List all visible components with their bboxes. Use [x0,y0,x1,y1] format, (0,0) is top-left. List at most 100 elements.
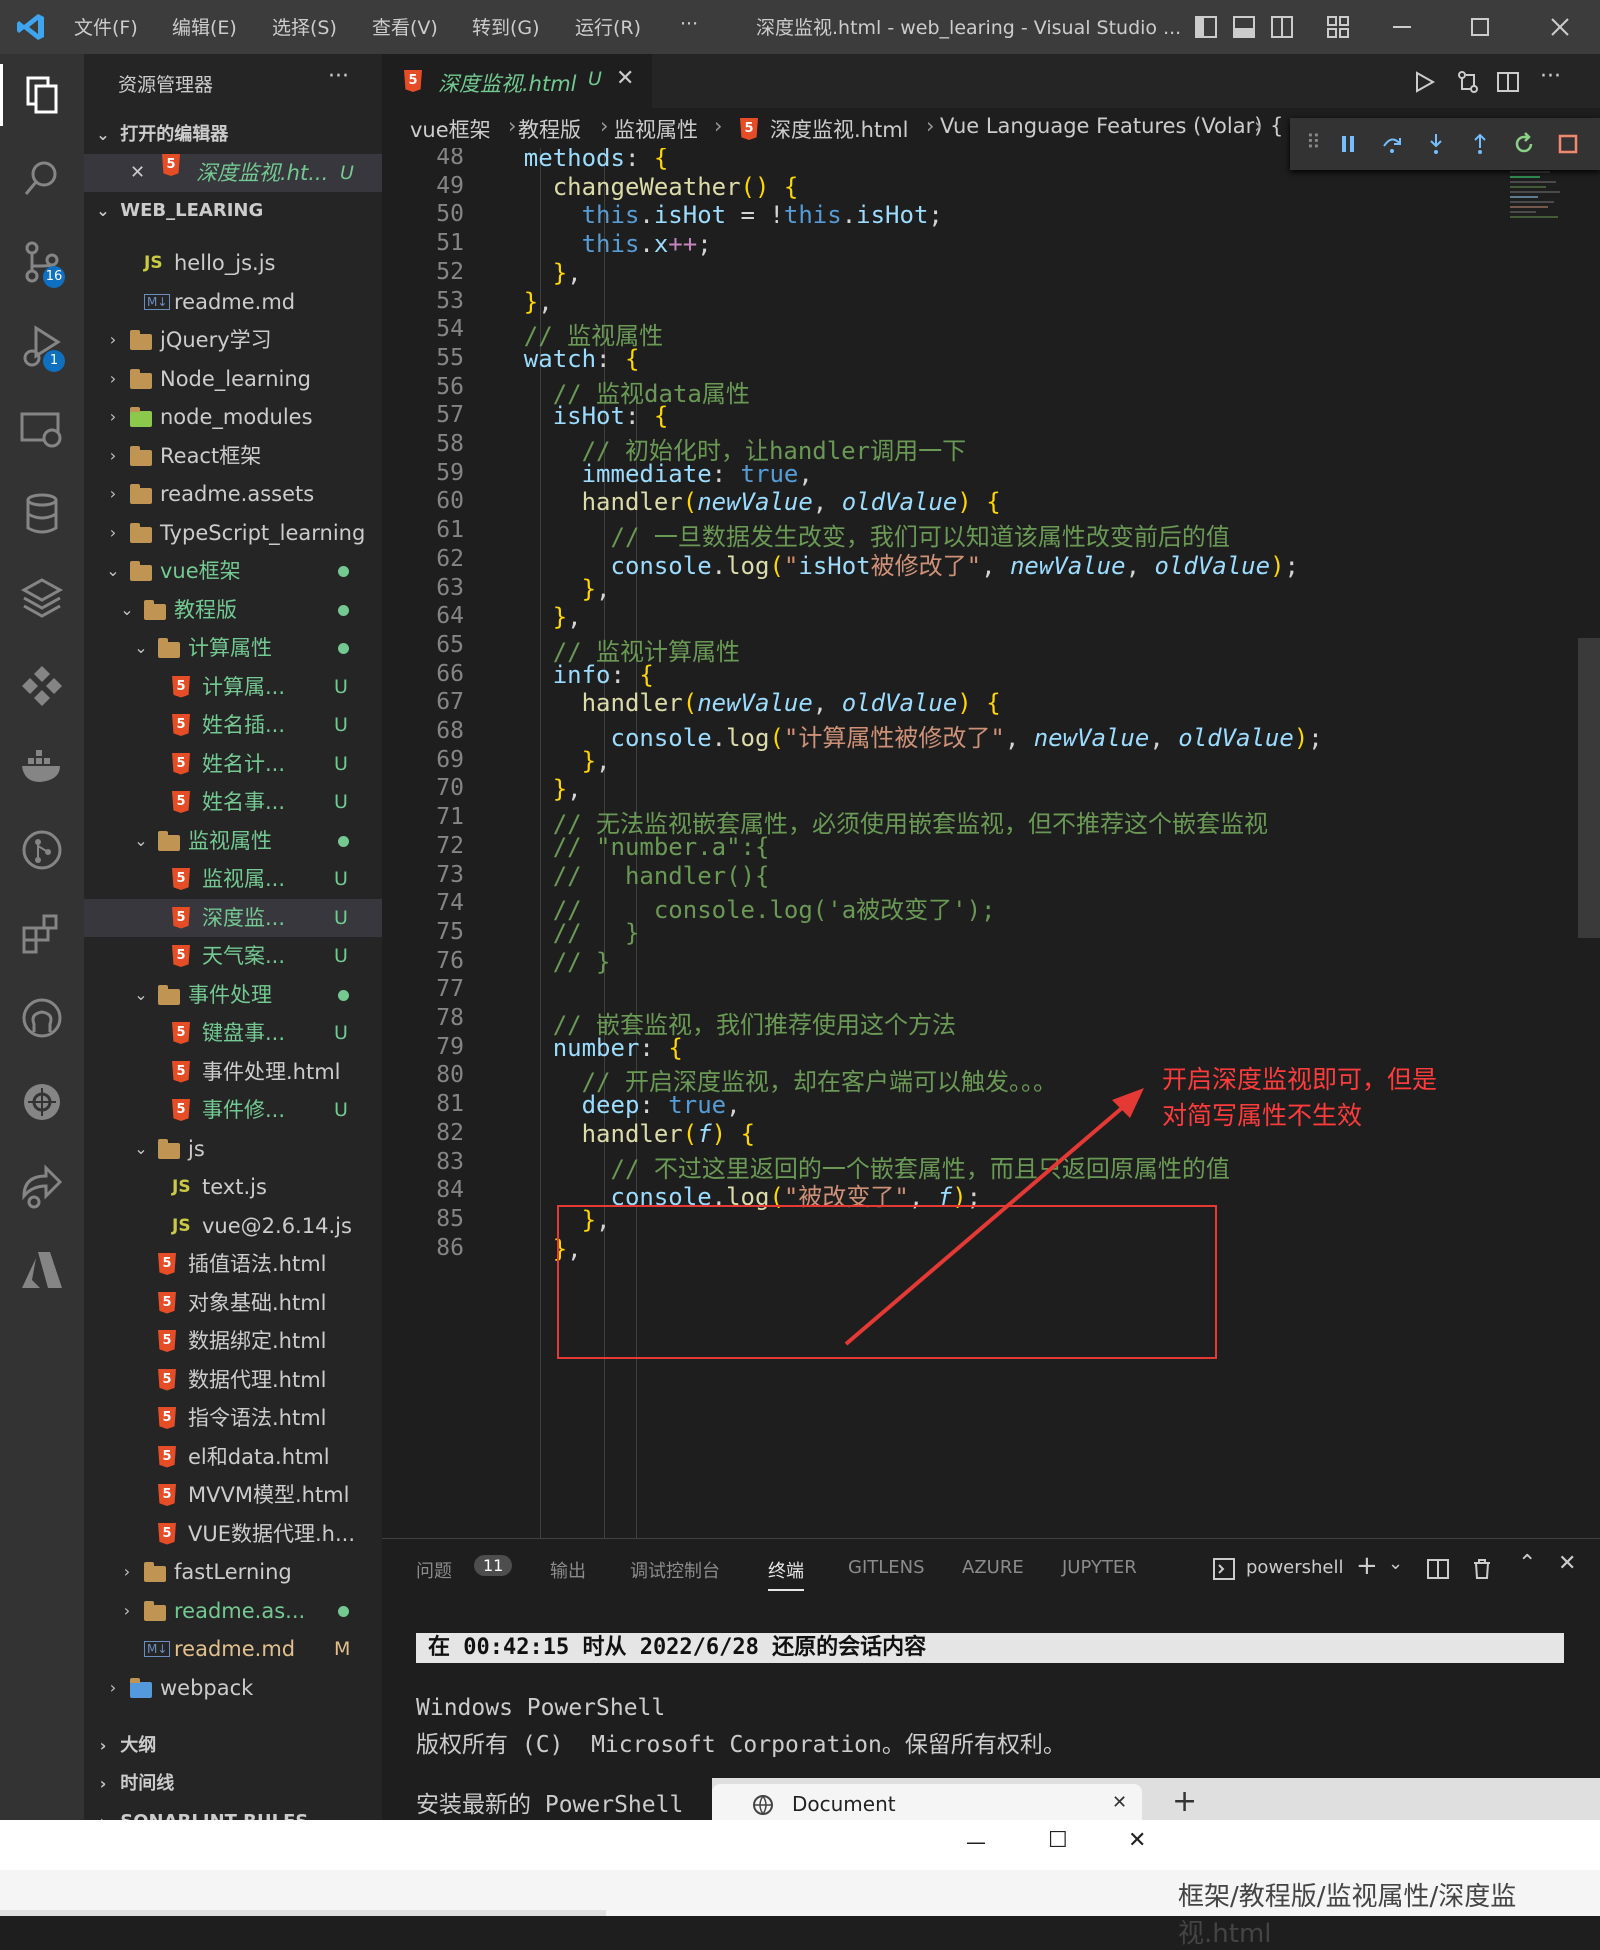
breadcrumb-item[interactable]: 监视属性 [614,114,698,144]
browser-maximize-button[interactable]: ☐ [1048,1828,1068,1853]
stop-icon[interactable] [1556,132,1580,156]
github-icon[interactable] [16,992,68,1044]
split-editor-icon[interactable] [1496,70,1520,94]
browser-close-button[interactable]: ✕ [1128,1828,1146,1853]
open-editors-header[interactable]: ⌄ 打开的编辑器 [84,116,382,154]
file-item[interactable]: JS hello_js.js [84,244,382,282]
menu-view[interactable]: 查看(V) [372,13,438,40]
file-item[interactable]: 5 姓名计... U [84,745,382,783]
pause-icon[interactable] [1336,132,1360,156]
restart-icon[interactable] [1512,132,1536,156]
step-out-icon[interactable] [1468,132,1492,156]
file-item[interactable]: JS text.js [84,1168,382,1206]
explorer-icon[interactable] [16,68,68,120]
file-item[interactable]: M↓ readme.md [84,283,382,321]
folder-item[interactable]: › Node_learning [84,360,382,398]
menu-run[interactable]: 运行(R) [575,13,641,40]
database-icon[interactable] [16,488,68,540]
folder-item[interactable]: ⌄ vue框架 [84,552,382,590]
file-item[interactable]: 5 监视属... U [84,860,382,898]
folder-item[interactable]: › readme.as... [84,1592,382,1630]
step-into-icon[interactable] [1424,132,1448,156]
sidebar-more-button[interactable]: ··· [328,64,349,89]
tab-problems[interactable]: 问题 [416,1557,452,1583]
live-share-icon[interactable] [16,1160,68,1212]
azure-icon[interactable] [16,1244,68,1296]
file-item[interactable]: 5 事件处理.html [84,1053,382,1091]
toggle-sidebar-icon[interactable] [1194,15,1218,39]
compare-changes-icon[interactable] [1456,70,1480,94]
file-item[interactable]: 5 深度监... U [84,898,382,937]
toggle-secondary-sidebar-icon[interactable] [1270,15,1294,39]
folder-item[interactable]: › fastLerning [84,1553,382,1591]
drag-handle-icon[interactable]: ⠿ [1306,130,1321,154]
menu-edit[interactable]: 编辑(E) [172,13,237,40]
minimize-icon[interactable] [1390,15,1414,39]
workspace-header[interactable]: ⌄ WEB_LEARING [84,192,382,230]
tab-deep-watch[interactable]: 5 深度监视.html U ✕ [382,54,652,108]
folder-item[interactable]: › TypeScript_learning [84,514,382,552]
tab-jupyter[interactable]: JUPYTER [1062,1557,1137,1578]
new-terminal-icon[interactable]: + [1356,1551,1378,1581]
folder-item[interactable]: ⌄ 计算属性 [84,629,382,667]
breadcrumb-item[interactable]: vue框架 [410,114,491,144]
folder-item[interactable]: › jQuery学习 [84,321,382,359]
maximize-icon[interactable] [1468,15,1492,39]
file-item[interactable]: 5 天气案... U [84,937,382,975]
new-browser-tab-button[interactable]: + [1172,1784,1197,1819]
open-editor-item[interactable]: ✕ 5 深度监视.ht... U [84,154,382,192]
editor-scrollbar[interactable] [1578,638,1600,938]
folder-item[interactable]: › node_modules [84,398,382,436]
close-window-icon[interactable] [1548,15,1572,39]
tab-debug-console[interactable]: 调试控制台 [630,1557,720,1583]
extensions-icon[interactable] [16,908,68,960]
folder-item[interactable]: ⌄ js [84,1130,382,1168]
file-item[interactable]: JS vue@2.6.14.js [84,1207,382,1245]
file-item[interactable]: 5 指令语法.html [84,1399,382,1437]
file-item[interactable]: 5 MVVM模型.html [84,1476,382,1514]
run-file-icon[interactable] [1412,70,1436,94]
tab-gitlens[interactable]: GITLENS [848,1557,925,1578]
breadcrumb-item[interactable]: { [1270,114,1283,138]
file-item[interactable]: 5 键盘事... U [84,1014,382,1052]
file-item[interactable]: 5 el和data.html [84,1438,382,1476]
customize-layout-icon[interactable] [1326,15,1350,39]
file-item[interactable]: 5 数据代理.html [84,1361,382,1399]
browser-minimize-button[interactable]: — [966,1830,986,1854]
remote-explorer-icon[interactable] [16,404,68,456]
menu-selection[interactable]: 选择(S) [272,13,337,40]
layers-icon[interactable] [16,572,68,624]
folder-item[interactable]: ⌄ 教程版 [84,591,382,629]
file-item[interactable]: 5 计算属... U [84,668,382,706]
search-icon[interactable] [16,152,68,204]
minimap[interactable] [1510,168,1570,368]
close-editor-icon[interactable]: ✕ [130,154,145,192]
kubernetes-icon[interactable] [16,1076,68,1128]
browser-address-bar[interactable]: 框架/教程版/监视属性/深度监视.html [0,1870,1600,1949]
maximize-panel-icon[interactable]: ⌃ [1518,1551,1536,1576]
breadcrumb-item[interactable]: Vue Language Features (Volar) [940,114,1262,138]
tab-output[interactable]: 输出 [550,1557,586,1583]
folder-item[interactable]: ⌄ 监视属性 [84,822,382,860]
menu-more[interactable]: ··· [680,13,698,35]
file-item[interactable]: 5 事件修... U [84,1091,382,1129]
terminal-shell-selector[interactable]: powershell [1246,1557,1344,1578]
folder-item[interactable]: ⌄ 事件处理 [84,976,382,1014]
menu-go[interactable]: 转到(G) [472,13,540,40]
file-item[interactable]: 5 插值语法.html [84,1245,382,1283]
file-item[interactable]: 5 VUE数据代理.h... [84,1515,382,1553]
folder-item[interactable]: › React框架 [84,437,382,475]
extensions-grid-icon[interactable] [16,656,68,708]
docker-icon[interactable] [16,740,68,792]
step-over-icon[interactable] [1380,132,1404,156]
folder-item[interactable]: › webpack [84,1669,382,1707]
breadcrumb-item[interactable]: 教程版 [518,114,581,144]
menu-file[interactable]: 文件(F) [74,13,138,40]
editor-more-icon[interactable]: ··· [1540,64,1561,89]
file-item[interactable]: 5 对象基础.html [84,1284,382,1322]
file-item[interactable]: 5 数据绑定.html [84,1322,382,1360]
folder-item[interactable]: › readme.assets [84,475,382,513]
outline-section[interactable]: › 大纲 [84,1727,382,1765]
file-item[interactable]: 5 姓名事... U [84,783,382,821]
trash-icon[interactable] [1470,1557,1494,1581]
